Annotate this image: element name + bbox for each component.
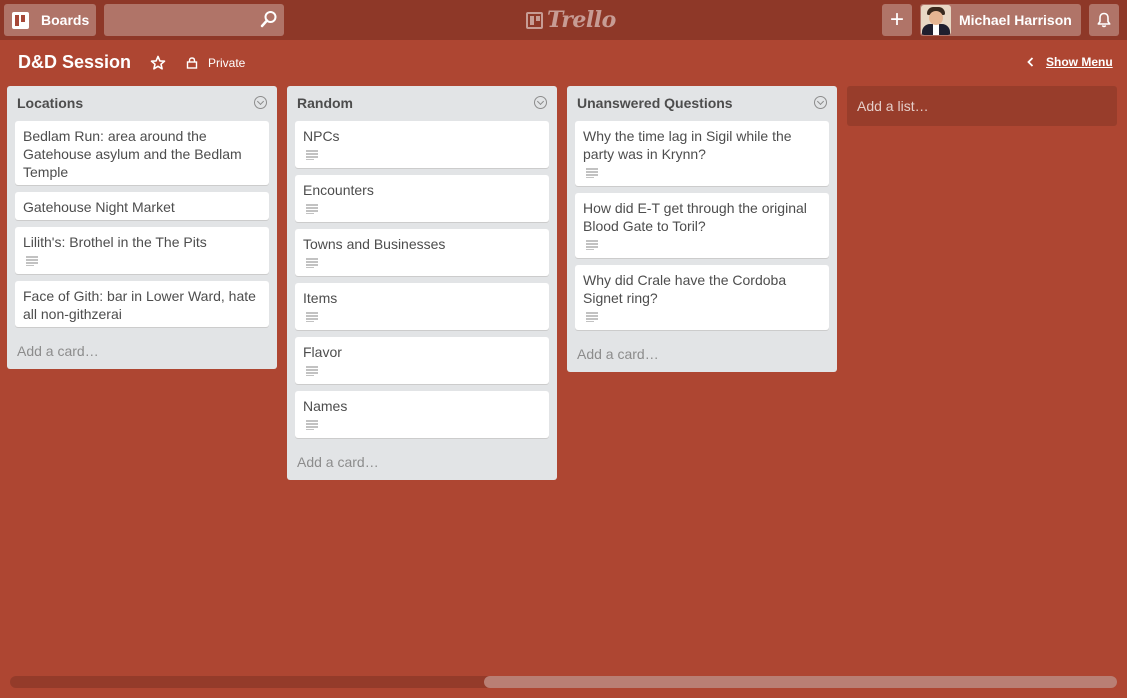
lock-icon: [186, 57, 198, 69]
description-icon: [306, 204, 318, 214]
list-menu-icon[interactable]: [254, 96, 267, 109]
list-card[interactable]: Why the time lag in Sigil while the part…: [575, 121, 829, 186]
card-title: Items: [303, 290, 338, 306]
search-input[interactable]: [104, 4, 284, 36]
card-title: Names: [303, 398, 348, 414]
description-icon: [306, 258, 318, 268]
description-icon: [26, 256, 38, 266]
add-card-button[interactable]: Add a card…: [295, 445, 549, 480]
list-card[interactable]: Lilith's: Brothel in the The Pits: [15, 227, 269, 274]
list-card[interactable]: How did E-T get through the original Blo…: [575, 193, 829, 258]
list-card[interactable]: Face of Gith: bar in Lower Ward, hate al…: [15, 281, 269, 327]
list-card[interactable]: Bedlam Run: area around the Gatehouse as…: [15, 121, 269, 185]
horizontal-scrollbar-thumb[interactable]: [484, 676, 1117, 688]
list-random: Random NPCs Encounters Towns and Busines…: [287, 86, 557, 480]
list-menu-icon[interactable]: [534, 96, 547, 109]
star-icon[interactable]: [150, 55, 166, 71]
list-card[interactable]: Flavor: [295, 337, 549, 384]
list-title[interactable]: Locations: [17, 95, 83, 111]
add-card-button[interactable]: Add a card…: [15, 334, 269, 369]
description-icon: [306, 420, 318, 430]
list-header: Unanswered Questions: [575, 86, 829, 121]
card-title: Towns and Businesses: [303, 236, 446, 252]
board-title[interactable]: D&D Session: [18, 52, 131, 73]
description-icon: [306, 312, 318, 322]
logo-text: Trello: [547, 7, 616, 33]
boards-button[interactable]: Boards: [4, 4, 96, 36]
card-title: Encounters: [303, 182, 374, 198]
list-card[interactable]: Encounters: [295, 175, 549, 222]
privacy-label: Private: [208, 56, 246, 70]
description-icon: [586, 168, 598, 178]
description-icon: [306, 150, 318, 160]
list-card[interactable]: NPCs: [295, 121, 549, 168]
description-icon: [586, 312, 598, 322]
list-locations: Locations Bedlam Run: area around the Ga…: [7, 86, 277, 369]
card-title: Gatehouse Night Market: [23, 199, 175, 215]
privacy-button[interactable]: Private: [186, 55, 245, 71]
list-menu-icon[interactable]: [814, 96, 827, 109]
card-title: Bedlam Run: area around the Gatehouse as…: [23, 128, 242, 180]
top-header: Boards Trello + Michael Harrison: [0, 0, 1127, 40]
show-menu-label: Show Menu: [1046, 55, 1113, 69]
card-title: How did E-T get through the original Blo…: [583, 200, 807, 234]
trello-logo[interactable]: Trello: [526, 7, 616, 33]
list-card[interactable]: Gatehouse Night Market: [15, 192, 269, 220]
trello-logo-icon: [526, 11, 543, 29]
description-icon: [586, 240, 598, 250]
list-header: Locations: [15, 86, 269, 121]
add-list-button[interactable]: Add a list…: [847, 86, 1117, 126]
card-title: NPCs: [303, 128, 340, 144]
notifications-button[interactable]: [1089, 4, 1119, 36]
avatar: [921, 5, 951, 35]
list-unanswered-questions: Unanswered Questions Why the time lag in…: [567, 86, 837, 372]
boards-icon: [12, 11, 29, 29]
add-button[interactable]: +: [882, 4, 912, 36]
boards-label: Boards: [41, 12, 90, 28]
card-title: Why did Crale have the Cordoba Signet ri…: [583, 272, 787, 306]
bell-icon: [1097, 12, 1111, 28]
plus-icon: +: [889, 6, 904, 33]
description-icon: [306, 366, 318, 376]
list-card[interactable]: Why did Crale have the Cordoba Signet ri…: [575, 265, 829, 330]
list-title[interactable]: Random: [297, 95, 353, 111]
member-menu-button[interactable]: Michael Harrison: [920, 4, 1081, 36]
chevron-left-icon: [1027, 57, 1034, 67]
card-title: Lilith's: Brothel in the The Pits: [23, 234, 207, 250]
card-title: Flavor: [303, 344, 342, 360]
card-title: Face of Gith: bar in Lower Ward, hate al…: [23, 288, 256, 322]
list-card[interactable]: Towns and Businesses: [295, 229, 549, 276]
card-title: Why the time lag in Sigil while the part…: [583, 128, 792, 162]
list-header: Random: [295, 86, 549, 121]
list-card[interactable]: Names: [295, 391, 549, 438]
add-card-button[interactable]: Add a card…: [575, 337, 829, 372]
search-icon[interactable]: [260, 10, 278, 28]
show-menu-button[interactable]: Show Menu: [1026, 55, 1113, 69]
list-title[interactable]: Unanswered Questions: [577, 95, 733, 111]
list-card[interactable]: Items: [295, 283, 549, 330]
member-name: Michael Harrison: [959, 12, 1072, 28]
